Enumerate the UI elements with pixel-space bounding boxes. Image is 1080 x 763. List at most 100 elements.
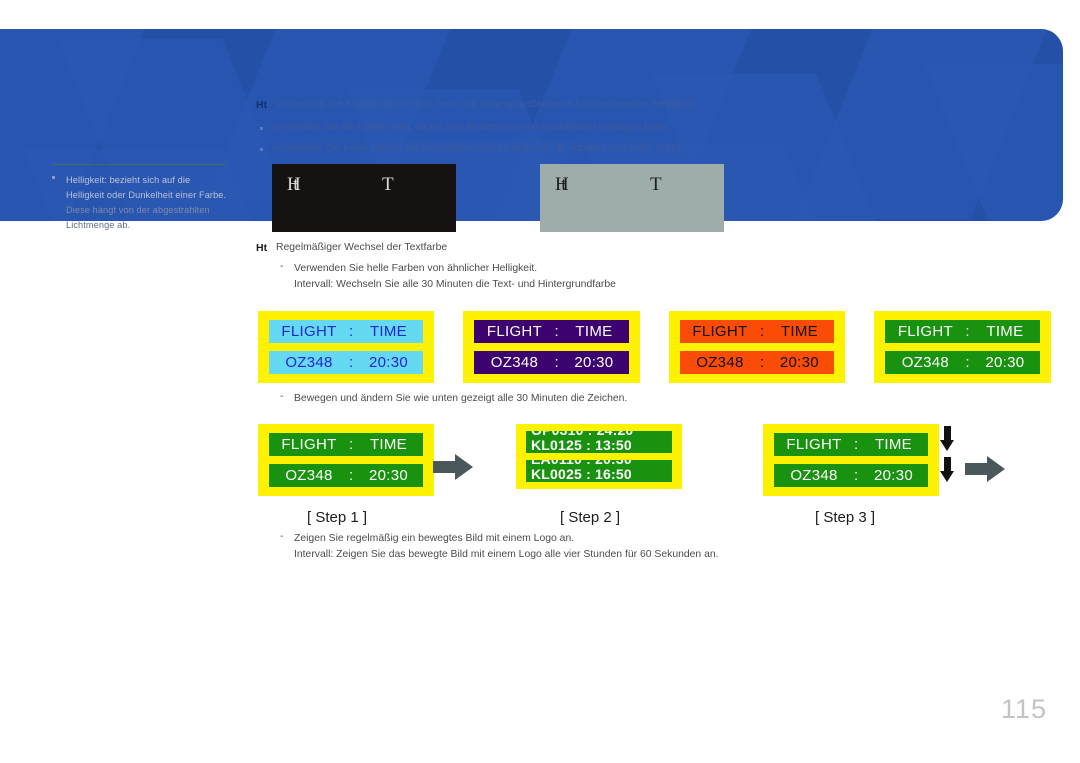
mid-section: Ht Regelmäßiger Wechsel der Textfarbe - … <box>256 242 896 293</box>
flight-label: FLIGHT <box>281 323 337 340</box>
footer-note-line-2: Intervall: Zeigen Sie das bewegte Bild m… <box>294 549 719 561</box>
panel-row-data: OZ348 : 20:30 <box>885 351 1040 374</box>
panel-row-header: FLIGHT : TIME <box>474 320 629 343</box>
scroll-line-2-bottom: KL0025 : 16:50 <box>531 466 632 482</box>
flight-time: 20:30 <box>368 354 408 371</box>
panel-row-data: OZ348 : 20:30 <box>774 464 929 487</box>
time-label: TIME <box>780 323 818 340</box>
side-note-line-3: Diese hängt von der abgestrahlten <box>66 204 210 215</box>
mid-section-heading-row: Ht Regelmäßiger Wechsel der Textfarbe <box>256 242 896 255</box>
top-section-tag: Ht <box>256 99 268 111</box>
top-section-heading-row: Ht Vermeiden Sie Kombinationen von Text-… <box>256 99 956 112</box>
color-panel-orange: FLIGHT : TIME OZ348 : 20:30 <box>668 311 846 383</box>
mid-section-bullet-line-1: Verwenden Sie helle Farben von ähnlicher… <box>294 263 538 275</box>
step-3-display: FLIGHT : TIME OZ348 : 20:30 <box>763 424 940 496</box>
top-section-bullet-2-text: Verwenden Sie keine Farben mit kontrasti… <box>272 143 684 155</box>
time-label: TIME <box>986 323 1024 340</box>
dark-sample-glyph-ht: Ht <box>287 174 299 195</box>
scroll-window-2: EA0110 : 20:30 KL0025 : 16:50 <box>526 460 672 482</box>
step-1-label: [ Step 1 ] <box>307 509 368 526</box>
footer-note: - Zeigen Sie regelmäßig ein bewegtes Bil… <box>280 531 719 563</box>
flight-time: 20:30 <box>985 354 1025 371</box>
dash-marker: - <box>280 391 284 402</box>
color-panel-green: FLIGHT : TIME OZ348 : 20:30 <box>874 311 1051 383</box>
gray-sample-glyph-ht: Ht <box>555 174 567 195</box>
dark-sample-glyph-t: T <box>382 174 394 195</box>
manual-page: Helligkeit: bezieht sich auf die Helligk… <box>0 0 1080 763</box>
flight-label: FLIGHT <box>692 323 748 340</box>
panel-row-header: FLIGHT : TIME <box>679 320 835 343</box>
panel-row-data: OZ348 : 20:30 <box>474 351 629 374</box>
flight-number: OZ348 <box>790 467 838 484</box>
flight-time: 20:30 <box>779 354 819 371</box>
flight-number: OZ348 <box>696 354 744 371</box>
separator: : <box>349 467 354 484</box>
mid-section-tag: Ht <box>256 242 268 254</box>
dash-marker: - <box>280 261 284 273</box>
separator: : <box>759 354 765 371</box>
mid-section-heading: Regelmäßiger Wechsel der Textfarbe <box>276 242 448 253</box>
flight-label: FLIGHT <box>786 436 842 453</box>
time-label: TIME <box>874 436 912 453</box>
color-panel-row: FLIGHT : TIME OZ348 : 20:30 FLIGHT : TIM… <box>258 311 1051 383</box>
step-1-display: FLIGHT : TIME OZ348 : 20:30 <box>258 424 435 496</box>
separator: : <box>854 467 859 484</box>
top-section-heading: Vermeiden Sie Kombinationen von Text- un… <box>276 99 697 110</box>
move-note-text: Bewegen und ändern Sie wie unten gezeigt… <box>294 393 628 404</box>
separator: : <box>554 323 559 340</box>
square-bullet-icon <box>260 127 263 131</box>
flight-time: 20:30 <box>368 467 408 484</box>
flight-label: FLIGHT <box>897 323 953 340</box>
scroll-line-1-bottom: KL0125 : 13:50 <box>531 437 632 453</box>
step-3-label: [ Step 3 ] <box>815 509 876 526</box>
separator: : <box>965 354 970 371</box>
side-note: Helligkeit: bezieht sich auf die Helligk… <box>52 164 230 233</box>
top-section: Ht Vermeiden Sie Kombinationen von Text-… <box>256 99 956 164</box>
arrow-right-icon <box>433 454 473 480</box>
footer-note-line-1: Zeigen Sie regelmäßig ein bewegtes Bild … <box>294 533 575 544</box>
separator: : <box>349 323 354 340</box>
flight-time: 20:30 <box>574 354 614 371</box>
side-note-bullet-icon <box>52 176 55 179</box>
move-note: - Bewegen und ändern Sie wie unten gezei… <box>280 391 627 407</box>
contrast-sample-row: Ht T Ht T <box>272 164 724 232</box>
flight-label: FLIGHT <box>281 436 337 453</box>
step-3-panel: FLIGHT : TIME OZ348 : 20:30 <box>763 424 940 496</box>
mid-section-bullet: - Verwenden Sie helle Farben von ähnlich… <box>280 261 896 293</box>
footer-note-text: Zeigen Sie regelmäßig ein bewegtes Bild … <box>294 531 719 563</box>
arrow-down-icon <box>940 426 955 452</box>
side-note-line-1: Helligkeit: bezieht sich auf die <box>66 175 191 185</box>
dash-marker: - <box>280 531 284 542</box>
page-number: 115 <box>1000 694 1047 724</box>
step-2-display: OP0310 : 24:20 KL0125 : 13:50 EA0110 : 2… <box>516 424 682 489</box>
contrast-sample-dark: Ht T <box>272 164 456 232</box>
flight-number: OZ348 <box>285 467 333 484</box>
mid-section-bullet-text: Verwenden Sie helle Farben von ähnlicher… <box>294 261 616 293</box>
flight-time: 20:30 <box>873 467 913 484</box>
flight-number: OZ348 <box>490 354 539 371</box>
step-1-panel: FLIGHT : TIME OZ348 : 20:30 <box>258 424 435 496</box>
step-2-label: [ Step 2 ] <box>560 509 621 526</box>
gray-sample-glyph-t: T <box>650 174 662 195</box>
panel-row-data: OZ348 : 20:30 <box>269 464 424 487</box>
panel-row-header: FLIGHT : TIME <box>269 433 424 456</box>
panel-row-header: FLIGHT : TIME <box>885 320 1040 343</box>
contrast-sample-gray: Ht T <box>540 164 724 232</box>
flight-label: FLIGHT <box>486 323 543 340</box>
mid-section-bullet-line-2: Intervall: Wechseln Sie alle 30 Minuten … <box>294 278 616 290</box>
color-panel-purple: FLIGHT : TIME OZ348 : 20:30 <box>463 311 640 383</box>
time-label: TIME <box>369 323 407 340</box>
square-bullet-icon <box>260 148 263 152</box>
top-section-bullet-1: Vermeiden Sie die Farbe Grau, da sie zum… <box>260 121 956 134</box>
separator: : <box>349 436 354 453</box>
separator: : <box>965 323 970 340</box>
separator: : <box>554 354 559 371</box>
side-note-line-4: Lichtmenge ab. <box>66 219 131 230</box>
time-label: TIME <box>369 436 407 453</box>
panel-row-data: OZ348 : 20:30 <box>269 351 424 374</box>
panel-row-data: OZ348 : 20:30 <box>679 351 835 374</box>
time-label: TIME <box>575 323 613 340</box>
arrow-down-icon <box>940 457 955 483</box>
panel-row-header: FLIGHT : TIME <box>774 433 929 456</box>
step-2-panel: OP0310 : 24:20 KL0125 : 13:50 EA0110 : 2… <box>516 424 682 489</box>
